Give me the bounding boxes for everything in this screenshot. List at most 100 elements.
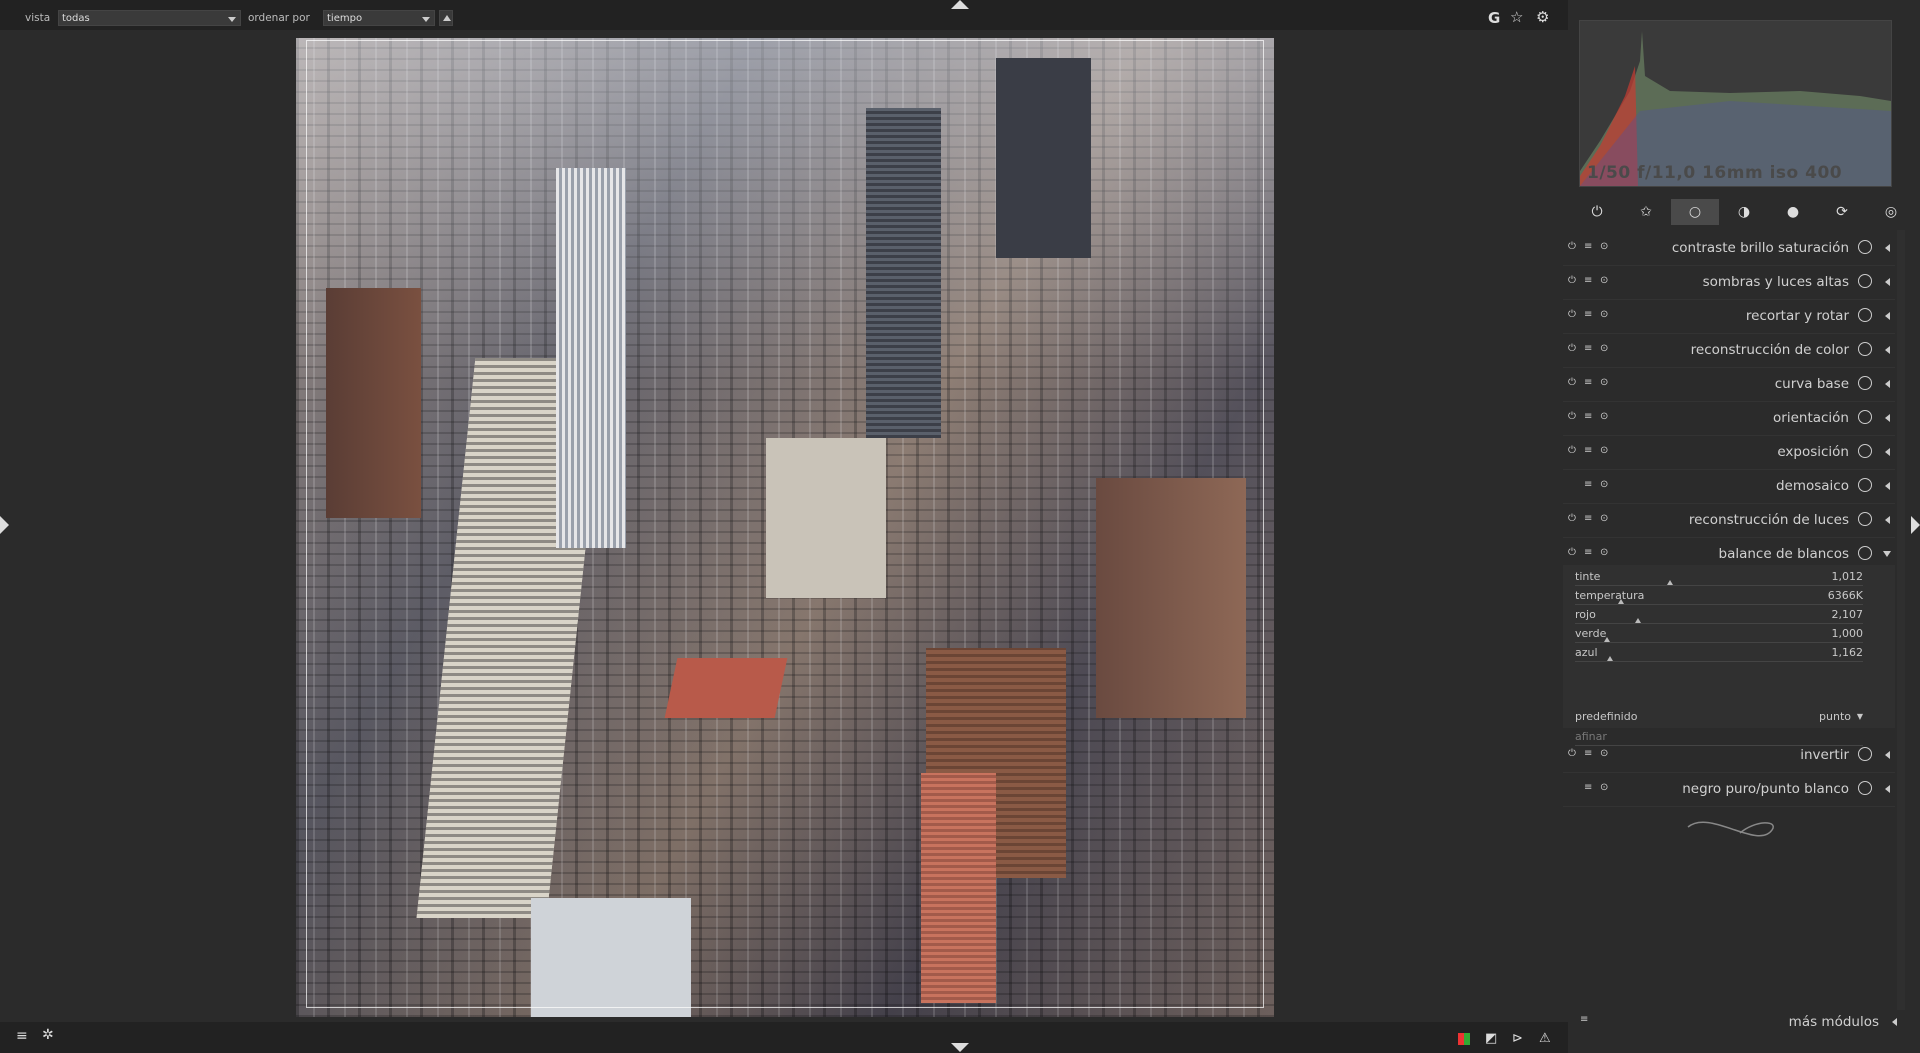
styles-icon[interactable]: ✲ <box>42 1027 54 1043</box>
expand-icon[interactable] <box>1885 312 1890 320</box>
slider-temperatura[interactable]: temperatura 6366K <box>1575 589 1863 608</box>
gamut-check-icon[interactable]: ⚠ <box>1539 1031 1551 1046</box>
expand-icon[interactable] <box>1885 516 1890 524</box>
slider-azul[interactable]: azul 1,162 <box>1575 646 1863 665</box>
power-icon[interactable]: ⏻ <box>1568 547 1576 558</box>
presets-menu-icon[interactable]: ≡ <box>1584 411 1592 422</box>
expand-icon[interactable] <box>1883 551 1891 557</box>
histogram[interactable] <box>1579 20 1892 187</box>
favorites-icon[interactable]: ✩ <box>1622 199 1670 225</box>
finetune-slider[interactable]: afinar <box>1575 730 1863 749</box>
module-row[interactable]: ≡ ⊙ demosaico <box>1563 469 1895 504</box>
overexposure-icon[interactable]: ◩ <box>1485 1031 1497 1046</box>
preset-row[interactable]: predefinido punto ▼ <box>1575 710 1863 729</box>
presets-menu-icon[interactable]: ≡ <box>1584 343 1592 354</box>
module-row[interactable]: ⏻ ≡ ⊙ sombras y luces altas <box>1563 265 1895 300</box>
grouping-icon[interactable]: G <box>1488 9 1500 27</box>
reset-icon[interactable]: ⊙ <box>1600 309 1608 320</box>
slider-knob[interactable] <box>1618 599 1625 604</box>
panel-scrollbar[interactable] <box>1897 230 1905 1010</box>
expand-icon[interactable] <box>1885 751 1890 759</box>
power-icon[interactable]: ⏻ <box>1568 445 1576 456</box>
reset-icon[interactable]: ⊙ <box>1600 748 1608 759</box>
module-row[interactable]: ⏻ ≡ ⊙ exposición <box>1563 435 1895 470</box>
effect-icon[interactable]: ◎ <box>1867 199 1915 225</box>
crop-frame[interactable] <box>306 40 1264 1008</box>
slider-track <box>1575 661 1863 662</box>
expand-icon[interactable] <box>1885 380 1890 388</box>
sort-order-button[interactable] <box>439 10 453 26</box>
slider-verde[interactable]: verde 1,000 <box>1575 627 1863 646</box>
module-row[interactable]: ⏻ ≡ ⊙ contraste brillo saturación <box>1563 231 1895 266</box>
slider-knob[interactable] <box>1635 618 1642 623</box>
reset-icon[interactable]: ⊙ <box>1600 547 1608 558</box>
power-icon[interactable]: ⏻ <box>1568 411 1576 422</box>
module-row[interactable]: ⏻ ≡ ⊙ curva base <box>1563 367 1895 402</box>
top-panel-toggle-icon[interactable] <box>951 0 969 9</box>
presets-menu-icon[interactable]: ≡ <box>1584 748 1592 759</box>
power-icon[interactable]: ⏻ <box>1568 377 1576 388</box>
bottom-panel-toggle-icon[interactable] <box>951 1043 969 1052</box>
power-icon[interactable]: ⏻ <box>1568 241 1576 252</box>
presets-menu-icon[interactable]: ≡ <box>1584 377 1592 388</box>
power-icon[interactable]: ⏻ <box>1568 513 1576 524</box>
power-icon[interactable]: ⏻ <box>1568 309 1576 320</box>
power-icon[interactable]: ⏻ <box>1573 199 1621 225</box>
module-name: reconstrucción de luces <box>1688 512 1849 528</box>
tone-icon[interactable]: ◑ <box>1720 199 1768 225</box>
demosaic-icon <box>1858 478 1872 492</box>
reset-icon[interactable]: ⊙ <box>1600 241 1608 252</box>
slider-knob[interactable] <box>1603 637 1610 642</box>
slider-knob[interactable] <box>1667 580 1674 585</box>
module-row[interactable]: ⏻ ≡ ⊙ recortar y rotar <box>1563 299 1895 334</box>
module-row[interactable]: ≡ ⊙ negro puro/punto blanco <box>1563 772 1895 807</box>
power-icon[interactable]: ⏻ <box>1568 748 1576 759</box>
view-combobox[interactable]: todas <box>58 10 241 26</box>
reset-icon[interactable]: ⊙ <box>1600 411 1608 422</box>
presets-menu-icon[interactable]: ≡ <box>1584 513 1592 524</box>
softproof-icon[interactable]: ⊳ <box>1512 1031 1523 1046</box>
presets-menu-icon[interactable]: ≡ <box>1584 309 1592 320</box>
presets-menu-icon[interactable]: ≡ <box>1580 1014 1588 1025</box>
basic-icon[interactable]: ○ <box>1671 199 1719 225</box>
presets-menu-icon[interactable]: ≡ <box>1584 275 1592 286</box>
power-icon[interactable]: ⏻ <box>1568 343 1576 354</box>
expand-icon[interactable] <box>1885 414 1890 422</box>
correct-icon[interactable]: ⟳ <box>1818 199 1866 225</box>
reset-icon[interactable]: ⊙ <box>1600 275 1608 286</box>
right-panel-toggle-icon[interactable] <box>1911 516 1920 534</box>
presets-menu-icon[interactable]: ≡ <box>1584 479 1592 490</box>
expand-icon[interactable] <box>1885 482 1890 490</box>
reset-icon[interactable]: ⊙ <box>1600 343 1608 354</box>
star-overlay-icon[interactable]: ☆ <box>1510 8 1523 26</box>
slider-rojo[interactable]: rojo 2,107 <box>1575 608 1863 627</box>
presets-menu-icon[interactable]: ≡ <box>1584 241 1592 252</box>
reset-icon[interactable]: ⊙ <box>1600 513 1608 524</box>
expand-icon[interactable] <box>1885 244 1890 252</box>
presets-menu-icon[interactable]: ≡ <box>1584 445 1592 456</box>
module-row[interactable]: ⏻ ≡ ⊙ reconstrucción de luces <box>1563 503 1895 538</box>
expand-icon[interactable] <box>1885 785 1890 793</box>
more-modules-row[interactable]: ≡ más módulos <box>1563 1010 1903 1036</box>
reset-icon[interactable]: ⊙ <box>1600 782 1608 793</box>
sort-combobox[interactable]: tiempo <box>323 10 435 26</box>
presets-menu-icon[interactable]: ≡ <box>1584 782 1592 793</box>
reset-icon[interactable]: ⊙ <box>1600 377 1608 388</box>
presets-menu-icon[interactable]: ≡ <box>1584 547 1592 558</box>
presets-menu-icon[interactable]: ≡ <box>16 1028 28 1044</box>
reset-icon[interactable]: ⊙ <box>1600 479 1608 490</box>
module-row[interactable]: ⏻ ≡ ⊙ orientación <box>1563 401 1895 436</box>
expand-icon[interactable] <box>1885 278 1890 286</box>
slider-tinte[interactable]: tinte 1,012 <box>1575 570 1863 589</box>
color-icon[interactable]: ● <box>1769 199 1817 225</box>
left-panel-toggle-icon[interactable] <box>0 516 9 534</box>
color-assessment-icon[interactable] <box>1458 1033 1470 1045</box>
slider-knob[interactable] <box>1606 656 1613 661</box>
power-icon[interactable]: ⏻ <box>1568 275 1576 286</box>
gear-icon[interactable]: ⚙ <box>1536 8 1549 26</box>
module-row[interactable]: ⏻ ≡ ⊙ reconstrucción de color <box>1563 333 1895 368</box>
expand-icon[interactable] <box>1885 448 1890 456</box>
reset-icon[interactable]: ⊙ <box>1600 445 1608 456</box>
slider-label: tinte <box>1575 570 1601 583</box>
expand-icon[interactable] <box>1885 346 1890 354</box>
